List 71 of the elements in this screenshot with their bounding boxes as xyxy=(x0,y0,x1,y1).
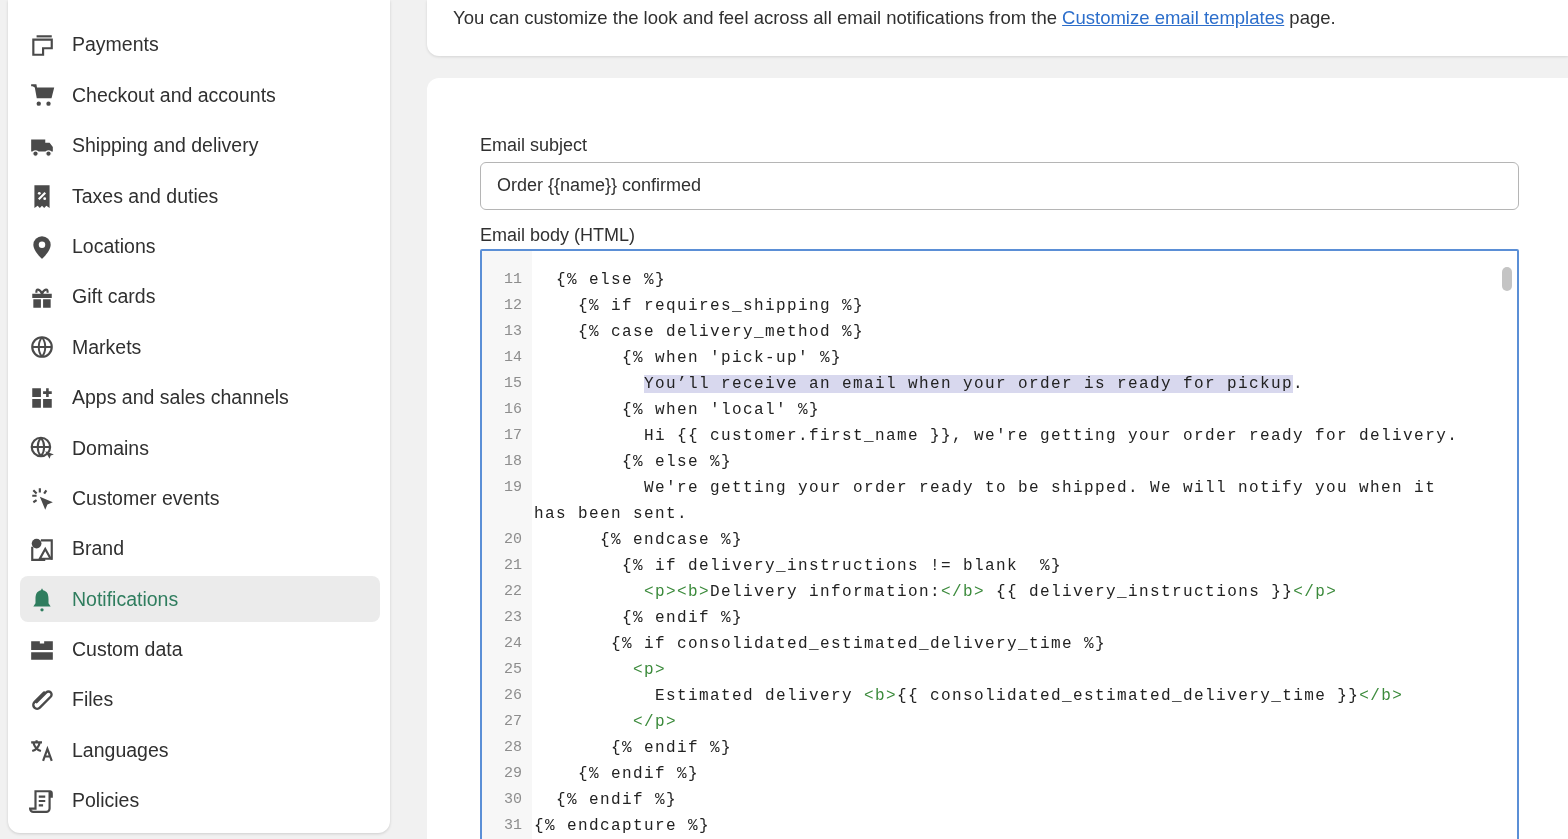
sidebar-item[interactable]: Customer events xyxy=(20,475,380,522)
code-line: {% when 'local' %} xyxy=(621,399,822,421)
code-line: {% endcase %} xyxy=(599,529,745,551)
sidebar-item[interactable]: Checkout and accounts xyxy=(20,72,380,119)
code-line: {% endcapture %} xyxy=(534,815,712,837)
code-line: {% endif %} xyxy=(555,789,679,811)
cursor-click-icon xyxy=(29,485,55,512)
code-line: {% if delivery_instructions != blank %} xyxy=(621,555,1064,577)
code-line: <p><b>Delivery information:</b> {{ delivery_instructions }}</p> xyxy=(643,581,1339,603)
line-number: 20 xyxy=(503,529,523,550)
globe-icon xyxy=(29,435,55,462)
sidebar-item[interactable]: Locations xyxy=(20,223,380,270)
code-line: {% endif %} xyxy=(621,607,745,629)
cart-icon xyxy=(29,82,55,109)
sidebar-item[interactable]: Brand xyxy=(20,525,380,572)
sidebar-item[interactable]: Apps and sales channels xyxy=(20,374,380,421)
sidebar-item[interactable]: Notifications xyxy=(20,576,380,623)
line-number: 16 xyxy=(503,399,523,420)
field-label: Email subject xyxy=(480,133,588,157)
line-number: 21 xyxy=(503,555,523,576)
code-editor[interactable] xyxy=(480,248,1519,839)
sidebar-item[interactable]: Gift cards xyxy=(20,273,380,320)
templates-link[interactable]: Customize email templates xyxy=(1062,7,1285,28)
field-label: Email body (HTML) xyxy=(480,223,636,247)
document-icon xyxy=(29,787,55,814)
line-number: 14 xyxy=(503,347,523,368)
code-line: {% endif %} xyxy=(610,737,734,759)
code-line: {% endif %} xyxy=(577,763,701,785)
line-number: 25 xyxy=(503,659,523,680)
code-line: {% else %} xyxy=(555,269,668,291)
line-number: 31 xyxy=(503,815,523,836)
code-line: <p> xyxy=(632,659,668,681)
sidebar-item[interactable]: Payments xyxy=(20,22,380,68)
line-number: 11 xyxy=(503,269,523,290)
code-line: Hi {{ customer.first_name }}, we're getting your order ready for delivery. xyxy=(643,425,1460,447)
code-line: {% if requires_shipping %} xyxy=(577,295,866,317)
line-number: 29 xyxy=(503,763,523,784)
translate-icon xyxy=(29,737,55,764)
info-text: You can customize the look and feel across all email notifications from the Customize email templates page. xyxy=(453,6,1337,30)
code-line: {% case delivery_method %} xyxy=(577,321,866,343)
line-number: 24 xyxy=(503,633,523,654)
line-number: 12 xyxy=(503,295,523,316)
sidebar-item[interactable]: Files xyxy=(20,677,380,724)
code-line: </p> xyxy=(632,711,679,733)
sidebar-item[interactable]: Taxes and duties xyxy=(20,173,380,220)
subject-field[interactable]: Order {{name}} confirmed xyxy=(480,161,1519,210)
globe-icon xyxy=(29,334,55,361)
scrollbar-thumb[interactable] xyxy=(1502,266,1512,291)
line-number: 27 xyxy=(503,711,523,732)
code-line: We're getting your order ready to be shipped. We will notify you when it has been sent. xyxy=(534,477,1438,525)
line-number: 26 xyxy=(503,685,523,706)
line-number: 15 xyxy=(503,373,523,394)
line-number: 18 xyxy=(503,451,523,472)
sidebar-item[interactable]: Languages xyxy=(20,727,380,774)
line-number: 30 xyxy=(503,789,523,810)
code-line: Estimated delivery <b>{{ consolidated_estimated_delivery_time }}</b> xyxy=(654,685,1405,707)
sidebar-item[interactable]: Shipping and delivery xyxy=(20,122,380,169)
code-line: {% when 'pick-up' %} xyxy=(621,347,844,369)
sidebar-item[interactable]: Custom data xyxy=(20,626,380,673)
line-number: 17 xyxy=(503,425,523,446)
line-number: 23 xyxy=(503,607,523,628)
code-line: {% if consolidated_estimated_delivery_time %} xyxy=(610,633,1108,655)
sidebar-item[interactable]: Markets xyxy=(20,324,380,371)
sidebar-item[interactable]: Domains xyxy=(20,425,380,472)
card-icon xyxy=(29,32,55,58)
line-number: 13 xyxy=(503,321,523,342)
line-number: 28 xyxy=(503,737,523,758)
code-line: {% else %} xyxy=(621,451,734,473)
sidebar-item[interactable]: Policies xyxy=(20,777,380,824)
line-number: 19 xyxy=(503,477,523,498)
line-number: 22 xyxy=(503,581,523,602)
